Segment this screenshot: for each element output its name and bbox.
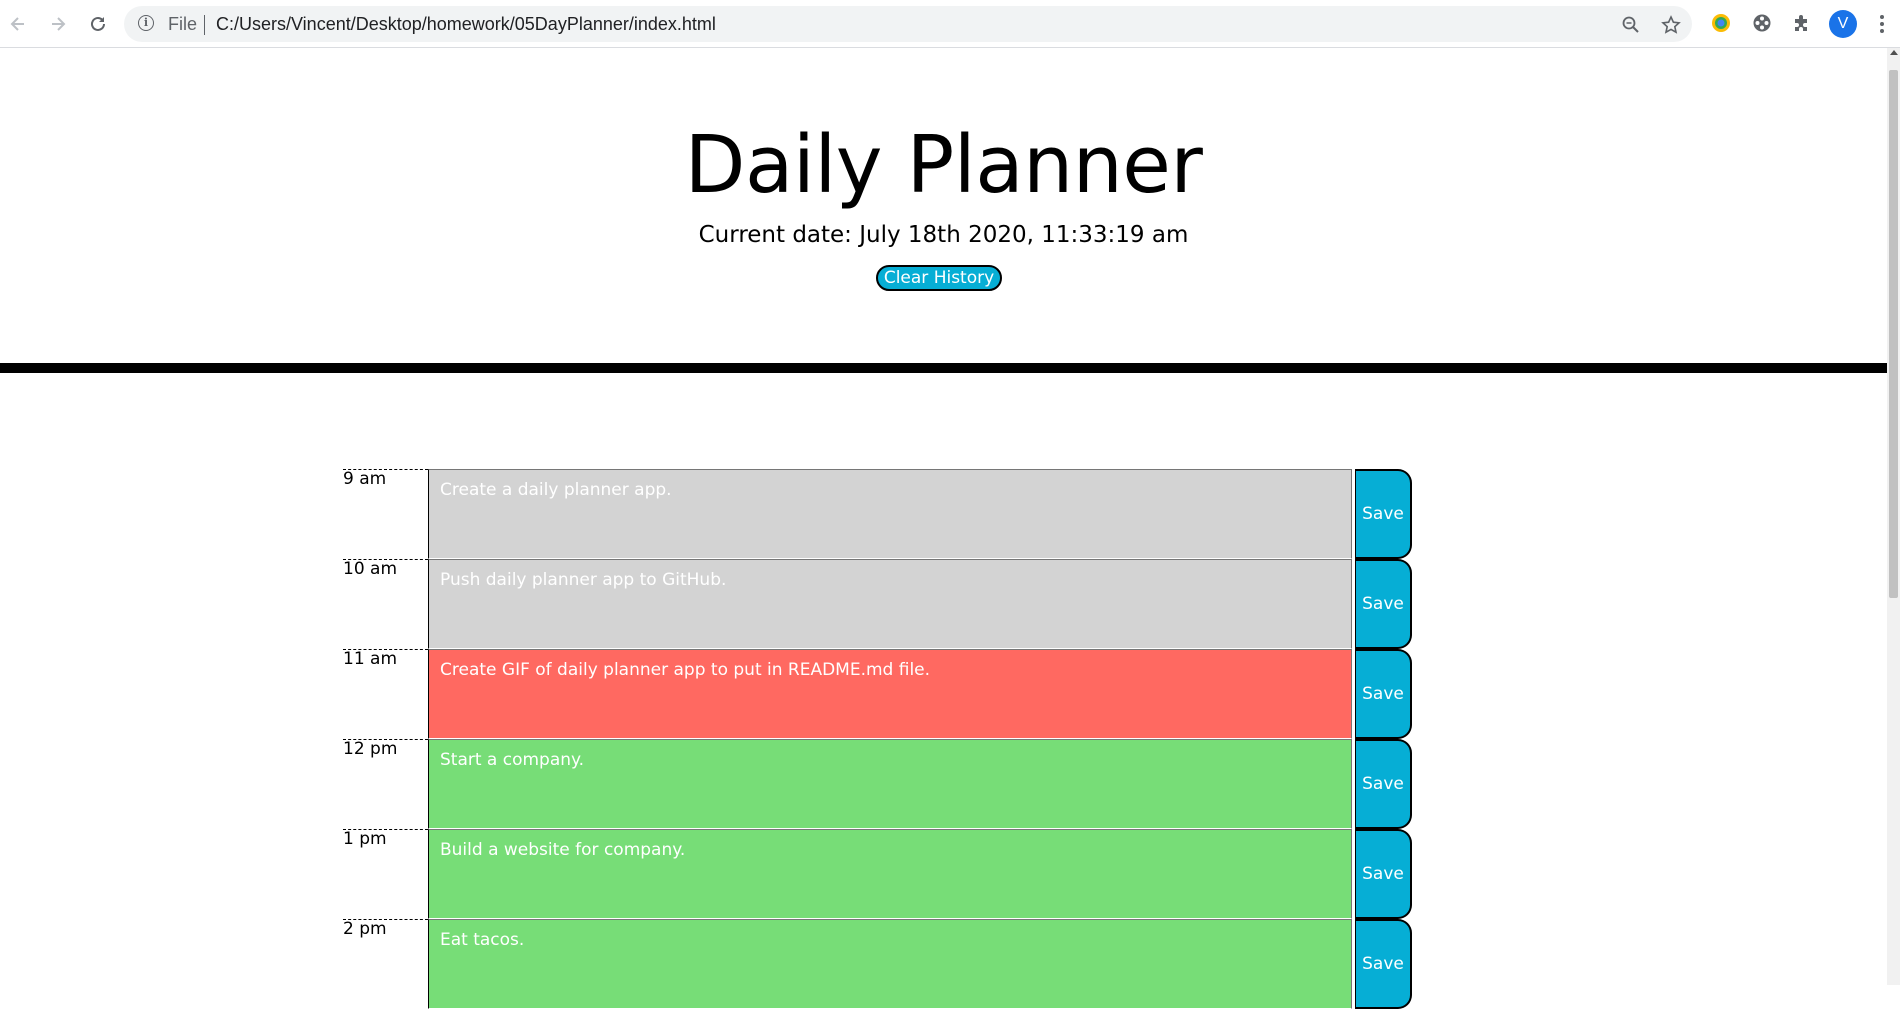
timeblock-row: 9 am Create a daily planner app. Save bbox=[343, 469, 1412, 559]
bookmark-star-icon[interactable] bbox=[1659, 14, 1683, 36]
save-button[interactable]: Save bbox=[1355, 829, 1412, 919]
event-description-input[interactable]: Create a daily planner app. bbox=[428, 469, 1352, 559]
hour-label: 1 pm bbox=[343, 829, 428, 919]
forward-arrow-icon[interactable] bbox=[44, 10, 72, 38]
extension-color-icon[interactable] bbox=[1709, 11, 1733, 35]
current-date: Current date: July 18th 2020, 11:33:19 a… bbox=[698, 222, 1189, 248]
event-description-input[interactable]: Start a company. bbox=[428, 739, 1352, 829]
event-description-input[interactable]: Build a website for company. bbox=[428, 829, 1352, 919]
zoom-icon[interactable] bbox=[1619, 14, 1643, 36]
address-bar[interactable]: i File C:/Users/Vincent/Desktop/homework… bbox=[124, 6, 1692, 42]
browser-toolbar: i File C:/Users/Vincent/Desktop/homework… bbox=[0, 0, 1900, 48]
hour-label: 9 am bbox=[343, 469, 428, 559]
timeblock-row: 1 pm Build a website for company. Save bbox=[343, 829, 1412, 919]
scroll-up-arrow-icon[interactable] bbox=[1890, 50, 1898, 55]
back-arrow-icon[interactable] bbox=[4, 10, 32, 38]
profile-avatar[interactable]: V bbox=[1829, 10, 1857, 38]
hour-label: 2 pm bbox=[343, 919, 428, 1009]
extension-reel-icon[interactable] bbox=[1750, 11, 1774, 35]
save-button[interactable]: Save bbox=[1355, 649, 1412, 739]
scheme-label: File bbox=[168, 14, 198, 34]
hour-label: 10 am bbox=[343, 559, 428, 649]
timeblock-row: 10 am Push daily planner app to GitHub. … bbox=[343, 559, 1412, 649]
event-description-input[interactable]: Push daily planner app to GitHub. bbox=[428, 559, 1352, 649]
extensions-puzzle-icon[interactable] bbox=[1790, 11, 1814, 35]
scroll-thumb[interactable] bbox=[1889, 70, 1898, 598]
address-separator bbox=[204, 15, 205, 35]
save-button[interactable]: Save bbox=[1355, 919, 1412, 1009]
save-button[interactable]: Save bbox=[1355, 739, 1412, 829]
info-icon[interactable]: i bbox=[138, 15, 154, 31]
timeblock-row: 12 pm Start a company. Save bbox=[343, 739, 1412, 829]
clear-history-button[interactable]: Clear History bbox=[876, 265, 1002, 291]
page-header: Daily Planner Current date: July 18th 20… bbox=[0, 48, 1887, 363]
hour-label: 12 pm bbox=[343, 739, 428, 829]
hour-label: 11 am bbox=[343, 649, 428, 739]
save-button[interactable]: Save bbox=[1355, 559, 1412, 649]
url-text[interactable]: C:/Users/Vincent/Desktop/homework/05DayP… bbox=[216, 14, 716, 35]
event-description-input[interactable]: Eat tacos. bbox=[428, 919, 1352, 1009]
timeblock-row: 2 pm Eat tacos. Save bbox=[343, 919, 1412, 1009]
header-divider bbox=[0, 363, 1887, 373]
page-title: Daily Planner bbox=[684, 119, 1203, 211]
event-description-input[interactable]: Create GIF of daily planner app to put i… bbox=[428, 649, 1352, 739]
page-scrollbar[interactable] bbox=[1887, 48, 1900, 985]
save-button[interactable]: Save bbox=[1355, 469, 1412, 559]
browser-menu-icon[interactable] bbox=[1870, 10, 1894, 38]
reload-icon[interactable] bbox=[84, 10, 112, 38]
timeblock-row: 11 am Create GIF of daily planner app to… bbox=[343, 649, 1412, 739]
